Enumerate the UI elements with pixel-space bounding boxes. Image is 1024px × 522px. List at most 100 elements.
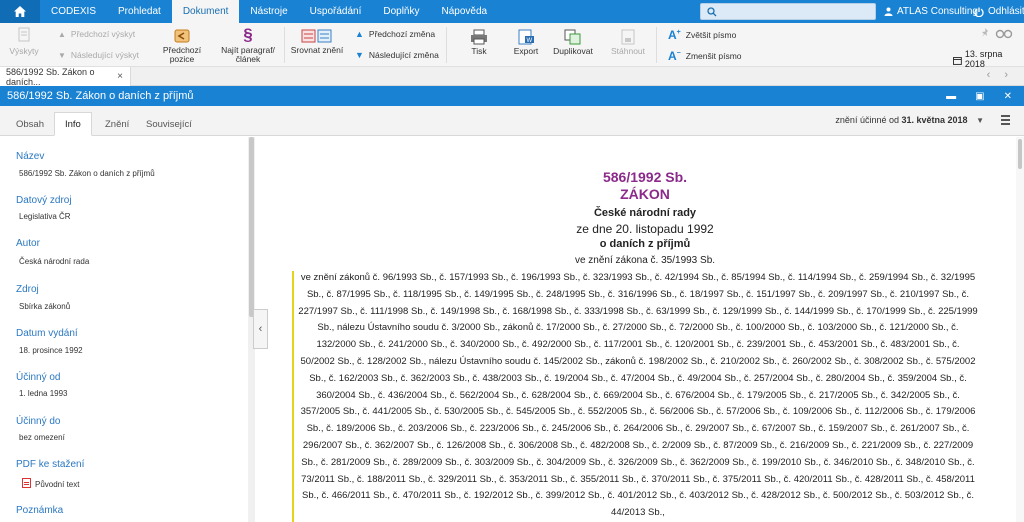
scrollbar-thumb[interactable] [249,137,254,317]
effective-date: 31. května 2018 [901,115,968,125]
user-name: ATLAS Consulting [897,6,978,17]
scrollbar-thumb[interactable] [1018,139,1022,169]
printer-icon [471,29,487,45]
prev-position-button[interactable]: Předchozí pozice [150,28,214,64]
info-label-nazev: Název [16,151,45,162]
info-value-ucinny-do: bez omezení [19,433,65,442]
prev-change-button[interactable]: ▲ Předchozí změna [355,29,435,39]
tab-zneni[interactable]: Znění [95,112,139,136]
toolbar-separator [656,27,657,63]
toolbar-extra-icons [979,27,1013,39]
chevron-right-icon[interactable]: › [1004,69,1008,81]
find-paragraph-label: Najít paragraf/článek [221,45,275,64]
menu-nastroje[interactable]: Nástroje [239,0,298,23]
find-paragraph-button[interactable]: § Najít paragraf/článek [218,26,278,64]
toolbar-separator [284,27,285,63]
tab-souvisejici[interactable]: Související [136,112,202,136]
zoom-out-font-button[interactable]: A− Zmenšit písmo [668,49,742,63]
export-label: Export [513,46,539,56]
info-value-datovy-zdroj: Legislativa ČR [19,212,71,221]
menu-prohledat[interactable]: Prohledat [107,0,172,23]
menu-doplnky[interactable]: Doplňky [372,0,430,23]
user-menu[interactable]: ATLAS Consulting [884,0,978,23]
chevron-left-icon[interactable]: ‹ [987,69,991,81]
tab-obsah[interactable]: Obsah [6,112,54,136]
home-icon [14,6,26,17]
info-panel: Název 586/1992 Sb. Zákon o daních z příj… [0,137,248,522]
search-icon [707,7,717,17]
pdf-link-label: Původní text [35,480,80,489]
prev-position-icon [174,29,190,43]
effective-version-select[interactable]: znění účinné od 31. května 2018 ▼ [835,115,984,125]
menu-codexis[interactable]: CODEXIS [40,0,107,23]
law-number: 586/1992 Sb. [602,169,688,185]
window-controls: ▬ ▣ ✕ [946,86,1012,106]
law-subject: o daních z příjmů [599,238,691,250]
info-tabs: Obsah Info Znění Související znění účinn… [0,106,1024,136]
document-content: 586/1992 Sb. ZÁKON České národní rady ze… [268,137,1016,522]
document-title: 586/1992 Sb. Zákon o daních z příjmů [7,90,194,102]
logout-button[interactable]: Odhlásit [974,0,1024,23]
info-label-datovy-zdroj: Datový zdroj [16,195,72,206]
pdf-download-link[interactable]: Původní text [22,477,79,489]
svg-text:W: W [527,38,533,44]
menu-icon[interactable] [1001,115,1010,127]
next-change-label: Následující změna [368,50,439,60]
zoom-in-font-button[interactable]: A+ Zvětšit písmo [668,28,736,42]
font-increase-icon: A+ [668,28,681,42]
tab-nav: ‹ › [987,69,1008,81]
zoom-out-font-label: Zmenšit písmo [685,51,742,61]
chevron-left-icon: ‹ [258,323,263,335]
glasses-icon[interactable] [995,27,1013,39]
prev-occurrence-label: Předchozí výskyt [70,29,136,39]
zoom-in-font-label: Zvětšit písmo [685,30,737,40]
download-button[interactable]: Stáhnout [610,29,646,56]
home-button[interactable] [0,0,40,23]
info-label-autor: Autor [16,238,40,249]
info-value-ucinny-od: 1. ledna 1993 [19,389,68,398]
tab-info[interactable]: Info [54,112,92,136]
menu-napoveda[interactable]: Nápověda [431,0,499,23]
triangle-down-icon: ▼ [58,50,66,60]
info-label-zdroj: Zdroj [16,284,39,295]
next-change-button[interactable]: ▼ Následující změna [355,50,439,60]
toolbar-separator [446,27,447,63]
triangle-down-icon: ▼ [355,50,364,60]
next-occurrence-label: Následující výskyt [70,50,139,60]
document-scrollbar[interactable] [1016,137,1024,522]
print-button[interactable]: Tisk [463,29,495,56]
prev-occurrence-button[interactable]: ▲ Předchozí výskyt [58,29,135,39]
download-icon [621,29,635,45]
export-icon: W [518,29,534,45]
main-menubar: CODEXIS Prohledat Dokument Nástroje Uspo… [0,0,1024,23]
info-value-autor: Česká národní rada [19,257,90,266]
maximize-icon[interactable]: ▣ [975,91,984,102]
document-tab-label: 586/1992 Sb. Zákon o daních... [6,66,95,87]
download-label: Stáhnout [610,46,646,56]
compare-icon [301,29,332,43]
law-type: ZÁKON [620,186,670,202]
info-label-ucinny-od: Účinný od [16,372,61,383]
close-icon[interactable]: × [117,71,123,82]
logout-label: Odhlásit [988,6,1024,17]
chevron-down-icon: ▼ [976,116,984,125]
vyskyty-button[interactable]: Výskyty [6,27,42,56]
menu-usporadani[interactable]: Uspořádání [299,0,373,23]
law-date: ze dne 20. listopadu 1992 [576,222,714,236]
next-occurrence-button[interactable]: ▼ Následující výskyt [58,50,139,60]
minimize-icon[interactable]: ▬ [946,91,956,102]
triangle-up-icon: ▲ [355,29,364,39]
compare-versions-button[interactable]: Srovnat znění [290,28,344,55]
calendar-icon [953,57,962,65]
menu-dokument[interactable]: Dokument [171,0,240,23]
document-tab[interactable]: 586/1992 Sb. Zákon o daních... × [0,66,131,87]
document-titlebar: 586/1992 Sb. Zákon o daních z příjmů ▬ ▣… [0,86,1024,106]
duplicate-button[interactable]: Duplikovat [553,29,593,56]
export-button[interactable]: W Export [509,29,543,56]
pin-icon[interactable] [979,27,991,39]
print-label: Tisk [471,46,487,56]
search-input[interactable] [700,3,876,20]
info-value-datum-vydani: 18. prosince 1992 [19,346,83,355]
close-icon[interactable]: ✕ [1004,91,1012,102]
collapse-panel-button[interactable]: ‹ [253,309,268,349]
